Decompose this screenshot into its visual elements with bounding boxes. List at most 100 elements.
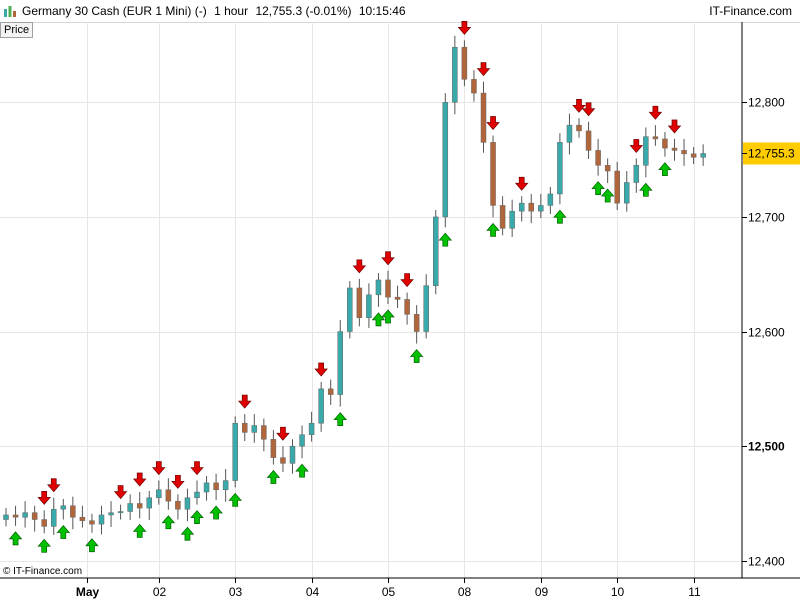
candle-body xyxy=(156,489,162,499)
candle-body xyxy=(366,294,372,319)
sell-signal-arrow xyxy=(132,472,147,487)
sell-signal-arrow xyxy=(113,485,128,500)
candle-body xyxy=(146,497,152,509)
sell-signal-arrow xyxy=(237,394,252,409)
buy-signal-arrow xyxy=(553,209,567,224)
candle-body xyxy=(3,514,9,520)
candle-body xyxy=(299,434,305,447)
candle-body xyxy=(681,150,687,155)
candle-body xyxy=(31,512,38,520)
sell-signal-arrow xyxy=(46,478,61,493)
y-tick-label: 12,800 xyxy=(748,96,785,110)
candle-body xyxy=(604,165,611,172)
candle-body xyxy=(576,124,582,132)
candle-body xyxy=(79,516,86,521)
candle-body xyxy=(423,285,429,332)
candle-body xyxy=(585,130,592,151)
x-tick-label: 10 xyxy=(611,585,625,599)
candle-body xyxy=(70,505,76,518)
sell-signal-arrow xyxy=(314,362,328,377)
candle-body xyxy=(89,520,95,525)
candle-body xyxy=(662,138,668,149)
buy-signal-arrow xyxy=(266,469,281,484)
buy-signal-arrow xyxy=(381,309,395,324)
buy-signal-arrow xyxy=(409,349,424,363)
sell-signal-arrow xyxy=(190,461,204,476)
candle-body xyxy=(117,511,124,513)
candle-body xyxy=(442,101,449,218)
buy-signal-arrow xyxy=(486,222,500,237)
buy-signal-arrow xyxy=(295,463,309,478)
candle-body xyxy=(194,491,200,499)
candle-body xyxy=(308,422,315,435)
sell-signal-arrow xyxy=(581,102,596,117)
candle-body xyxy=(490,142,496,206)
candle-body xyxy=(643,136,649,166)
candle-body xyxy=(356,287,363,319)
x-tick-label: May xyxy=(76,585,100,599)
candle-body xyxy=(165,489,172,502)
y-tick-label: 12,400 xyxy=(748,555,785,569)
candle-body xyxy=(375,279,382,296)
y-tick-label: 12,700 xyxy=(748,211,785,225)
candle-body xyxy=(51,508,57,527)
candle-body xyxy=(614,170,620,204)
candle-body xyxy=(289,445,296,464)
last-price-label: 12,755.3 xyxy=(748,146,795,160)
sell-signal-arrow xyxy=(37,491,51,505)
candle-body xyxy=(232,422,238,481)
sell-signal-arrow xyxy=(514,176,529,191)
candle-body xyxy=(538,205,544,212)
buy-signal-arrow xyxy=(56,524,71,539)
candle-body xyxy=(222,480,229,490)
buy-signal-arrow xyxy=(591,181,605,195)
candle-body xyxy=(557,142,563,195)
sell-signal-arrow xyxy=(400,273,414,288)
candle-body xyxy=(347,287,353,332)
candle-body xyxy=(509,210,515,229)
candle-body xyxy=(270,439,277,458)
candle-body xyxy=(203,482,210,493)
buy-signal-arrow xyxy=(438,232,453,247)
candle-body xyxy=(127,503,133,512)
candle-body xyxy=(385,279,391,298)
candle-body xyxy=(518,202,525,212)
candle-body xyxy=(251,425,258,433)
buy-signal-arrow xyxy=(658,162,672,177)
candle-body xyxy=(671,147,678,151)
candle-body xyxy=(700,153,706,158)
candle-body xyxy=(98,514,105,525)
price-chart: 12,400 12,500 12,600 12,700 12,800 May 02 03 04 0… xyxy=(0,20,800,599)
candle-body xyxy=(413,314,420,332)
sell-signal-arrow xyxy=(476,62,491,77)
candle-body xyxy=(566,124,573,143)
x-tick-label: 05 xyxy=(382,585,396,599)
sell-signal-arrow xyxy=(667,119,682,134)
buy-signal-arrow xyxy=(180,526,195,541)
y-tick-label: 12,500 xyxy=(748,440,785,454)
candle-body xyxy=(327,388,334,395)
candle-body xyxy=(108,512,114,516)
sell-signal-arrow xyxy=(171,474,185,489)
sell-signal-arrow xyxy=(648,105,663,120)
buy-signal-arrow xyxy=(333,412,348,426)
sell-signal-arrow xyxy=(486,116,500,131)
candle-body xyxy=(547,193,554,206)
buy-signal-arrow xyxy=(209,505,223,520)
sell-signal-arrow xyxy=(352,259,367,274)
candle-body xyxy=(499,205,506,229)
candle-body xyxy=(480,92,487,143)
sell-signal-arrow xyxy=(381,251,395,266)
candle-body xyxy=(41,519,47,527)
candle-body xyxy=(12,514,19,518)
buy-signal-arrow xyxy=(190,510,204,524)
candle-body xyxy=(652,136,659,140)
candle-body xyxy=(184,497,191,510)
sell-signal-arrow xyxy=(276,426,290,441)
x-tick-label: 09 xyxy=(535,585,549,599)
candle-body xyxy=(433,216,439,286)
candle-body xyxy=(690,153,697,158)
candle-body xyxy=(242,422,248,433)
buy-signal-arrow xyxy=(132,523,147,538)
candle-body xyxy=(60,505,67,510)
